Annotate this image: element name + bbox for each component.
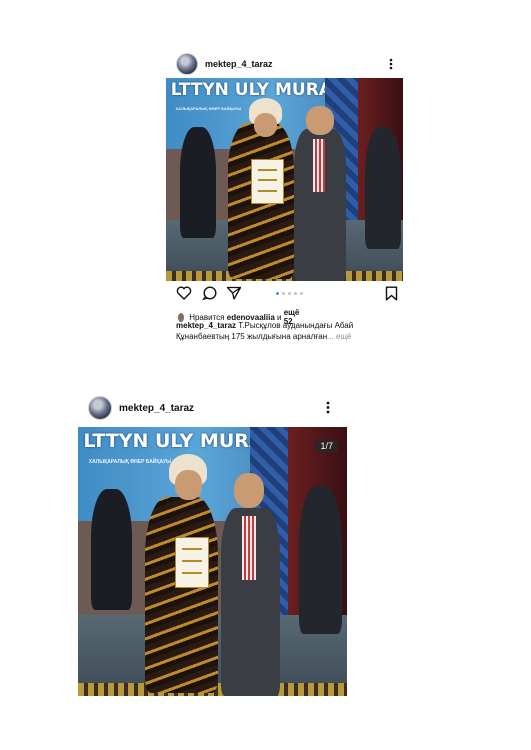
post-header: mektep_4_taraz — [176, 53, 273, 75]
heart-icon[interactable] — [176, 286, 192, 300]
more-vertical-icon[interactable] — [326, 401, 330, 414]
banner-subtitle: ХАЛЫҚАРАЛЫҚ ӨНЕР БАЙҚАУЫ — [88, 459, 171, 466]
caption-username[interactable]: mektep_4_taraz — [176, 321, 236, 330]
man-face — [234, 472, 264, 508]
carousel-dot — [294, 292, 297, 295]
post-caption: mektep_4_taraz Т.Рысқұлов ауданындағы Аб… — [176, 320, 406, 342]
striped-shirt — [312, 138, 325, 192]
carousel-dot — [300, 292, 303, 295]
post-photo[interactable]: LTTYN ULY MURASY ХАЛЫҚАРАЛЫҚ ӨНЕР БАЙҚАУ… — [78, 427, 347, 696]
audience-person — [365, 126, 401, 249]
man-face — [305, 106, 335, 135]
avatar[interactable] — [176, 53, 198, 75]
boy-face — [253, 112, 278, 137]
boy-in-costume — [145, 496, 218, 694]
audience-person — [180, 126, 216, 239]
bookmark-icon[interactable] — [385, 286, 398, 301]
send-icon[interactable] — [226, 286, 242, 300]
diploma — [174, 537, 210, 588]
audience-person — [298, 486, 342, 635]
carousel-dot — [282, 292, 285, 295]
carousel-dot — [288, 292, 291, 295]
carousel-dots — [276, 292, 303, 295]
more-vertical-icon[interactable] — [389, 58, 393, 70]
post-actions — [176, 286, 242, 301]
post-photo[interactable]: LTTYN ULY MURASY ХАЛЫҚАРАЛЫҚ ӨНЕР БАЙҚАУ… — [166, 78, 403, 281]
username[interactable]: mektep_4_taraz — [119, 403, 194, 414]
diploma — [251, 159, 285, 204]
avatar[interactable] — [88, 396, 112, 420]
comment-icon[interactable] — [202, 286, 218, 301]
caption-more-link[interactable]: ... ещё — [327, 332, 351, 341]
audience-person — [91, 488, 132, 610]
boy-face — [174, 470, 202, 500]
carousel-dot — [276, 292, 279, 295]
carousel-counter: 1/7 — [314, 439, 339, 453]
username[interactable]: mektep_4_taraz — [205, 59, 273, 69]
post-header: mektep_4_taraz — [88, 396, 194, 420]
striped-shirt — [242, 515, 256, 581]
banner-subtitle: ХАЛЫҚАРАЛЫҚ ӨНЕР БАЙҚАУЫ — [175, 106, 242, 112]
